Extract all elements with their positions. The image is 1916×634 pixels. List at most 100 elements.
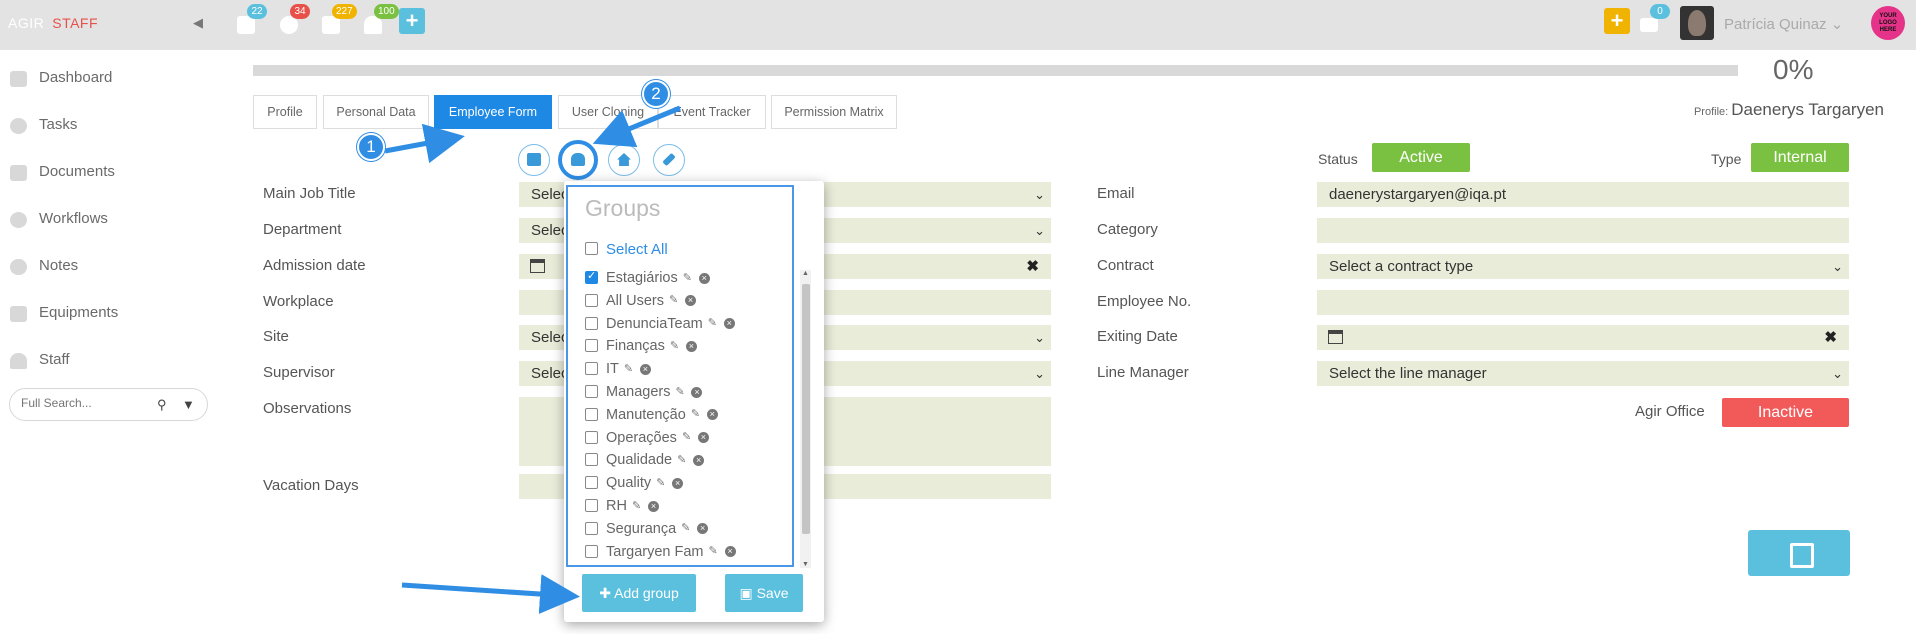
checkbox[interactable] — [585, 499, 598, 512]
checkbox[interactable] — [585, 521, 598, 535]
label-line-manager: Line Manager — [1097, 364, 1189, 381]
tab-profile[interactable]: Profile — [253, 95, 317, 129]
label-admission-date: Admission date — [263, 257, 366, 274]
pencil-icon[interactable]: ✎ — [681, 523, 692, 534]
avatar[interactable] — [1680, 6, 1714, 40]
checkbox[interactable] — [585, 293, 598, 307]
remove-icon[interactable]: × — [697, 432, 709, 444]
calendar-icon[interactable] — [530, 259, 545, 273]
groups-panel: Groups Select All Estagiários✎×All Users… — [566, 185, 811, 568]
line-manager-select[interactable]: Select the line manager ⌄ — [1317, 361, 1849, 386]
remove-icon[interactable]: × — [706, 409, 718, 421]
clear-icon[interactable]: ✖ — [1824, 325, 1837, 350]
scroll-thumb[interactable] — [802, 284, 810, 534]
label-agir-office: Agir Office — [1635, 403, 1705, 420]
key-button[interactable] — [653, 144, 685, 176]
checkbox[interactable] — [585, 316, 598, 330]
pencil-icon[interactable]: ✎ — [708, 318, 719, 329]
bell-icon[interactable]: 100 — [362, 4, 399, 36]
annotation-2: 2 — [642, 80, 670, 108]
collapse-sidebar-icon[interactable]: ◀ — [193, 15, 203, 31]
employee-no-input[interactable] — [1317, 290, 1849, 315]
pencil-icon[interactable]: ✎ — [670, 341, 681, 352]
quick-add-button[interactable]: + — [399, 8, 425, 34]
chevron-down-icon: ⌄ — [1034, 330, 1045, 345]
exiting-date-field[interactable]: ✖ — [1317, 325, 1849, 350]
checkbox[interactable] — [585, 339, 598, 353]
checkbox[interactable] — [585, 269, 598, 284]
pencil-icon[interactable]: ✎ — [624, 363, 635, 375]
checkbox[interactable] — [585, 385, 598, 398]
status-badge[interactable]: Active — [1372, 143, 1470, 172]
pencil-icon[interactable]: ✎ — [632, 500, 643, 512]
search-input[interactable] — [21, 396, 141, 410]
save-groups-button[interactable]: ▣ Save — [725, 574, 803, 612]
remove-icon[interactable]: × — [697, 523, 709, 535]
checkbox[interactable] — [585, 430, 598, 444]
group-label: RH ✎ × — [606, 498, 659, 514]
checkbox[interactable] — [585, 362, 598, 376]
remove-icon[interactable]: × — [724, 546, 736, 558]
briefcase-icon — [527, 153, 541, 166]
remove-icon[interactable]: × — [672, 477, 684, 489]
tab-event-tracker[interactable]: Event Tracker — [658, 95, 766, 129]
checkbox[interactable] — [585, 544, 598, 558]
contract-select[interactable]: Select a contract type ⌄ — [1317, 254, 1849, 279]
remove-icon[interactable]: × — [647, 500, 659, 512]
brand-logo[interactable]: AGIR STAFF — [8, 15, 98, 31]
type-badge[interactable]: Internal — [1751, 143, 1849, 172]
remove-icon[interactable]: × — [693, 455, 705, 467]
messages-badge: 0 — [1650, 4, 1670, 19]
wrench-icon — [10, 306, 27, 322]
add-group-button[interactable]: ✚ Add group — [582, 574, 696, 612]
remove-icon[interactable]: × — [639, 363, 651, 375]
pencil-icon[interactable]: ✎ — [669, 295, 680, 306]
group-label: Segurança ✎ × — [606, 521, 709, 537]
progress-percent: 0% — [1773, 54, 1814, 85]
home-button[interactable] — [608, 144, 640, 176]
agir-office-badge[interactable]: Inactive — [1722, 398, 1849, 427]
checkbox[interactable] — [585, 242, 598, 255]
checkbox[interactable] — [585, 476, 598, 490]
calendar-icon[interactable]: 22 — [235, 4, 267, 36]
add-button-yellow[interactable]: + — [1604, 8, 1630, 34]
briefcase-button[interactable] — [518, 144, 550, 176]
remove-icon[interactable]: × — [685, 341, 697, 353]
checkbox[interactable] — [585, 453, 598, 467]
tab-employee-form[interactable]: Employee Form — [434, 95, 552, 129]
save-form-button[interactable] — [1748, 530, 1850, 576]
pencil-icon[interactable]: ✎ — [709, 546, 720, 557]
pencil-icon[interactable]: ✎ — [677, 455, 688, 466]
scrollbar[interactable]: ▲ ▼ — [800, 270, 811, 568]
tab-permission-matrix[interactable]: Permission Matrix — [771, 95, 897, 129]
label-main-job-title: Main Job Title — [263, 185, 356, 202]
pencil-icon[interactable]: ✎ — [675, 386, 686, 398]
pencil-icon[interactable]: ✎ — [683, 272, 694, 284]
checkbox[interactable] — [585, 407, 598, 421]
pencil-icon[interactable]: ✎ — [682, 432, 693, 443]
scroll-down-icon[interactable]: ▼ — [802, 561, 809, 568]
arrow-1 — [384, 123, 465, 164]
messages-icon[interactable]: 0 — [1638, 4, 1670, 36]
tab-personal-data[interactable]: Personal Data — [323, 95, 429, 129]
scroll-up-icon[interactable]: ▲ — [802, 270, 809, 277]
remove-icon[interactable]: × — [691, 386, 703, 398]
settings-icon[interactable]: 34 — [278, 4, 310, 36]
pencil-icon[interactable]: ✎ — [656, 477, 667, 489]
user-menu[interactable]: Patrícia Quinaz ⌄ — [1724, 15, 1843, 33]
group-label: Qualidade ✎ × — [606, 452, 705, 468]
groups-button[interactable] — [558, 140, 598, 180]
documents-icon[interactable]: 227 — [320, 4, 357, 36]
top-bar: AGIR STAFF ◀ 22 34 227 100 + + 0 Patrícia… — [0, 0, 1916, 50]
email-field[interactable]: daenerystargaryen@iqa.pt — [1317, 182, 1849, 207]
pencil-icon[interactable]: ✎ — [691, 409, 702, 420]
filter-icon[interactable]: ▼ — [182, 397, 195, 412]
remove-icon[interactable]: × — [698, 272, 710, 284]
calendar-icon[interactable] — [1328, 330, 1343, 344]
search-icon[interactable]: ⚲ — [157, 397, 167, 413]
calendar-badge: 22 — [247, 4, 267, 19]
remove-icon[interactable]: × — [723, 318, 735, 330]
category-input[interactable] — [1317, 218, 1849, 243]
remove-icon[interactable]: × — [685, 295, 697, 307]
clear-icon[interactable]: ✖ — [1026, 254, 1039, 279]
